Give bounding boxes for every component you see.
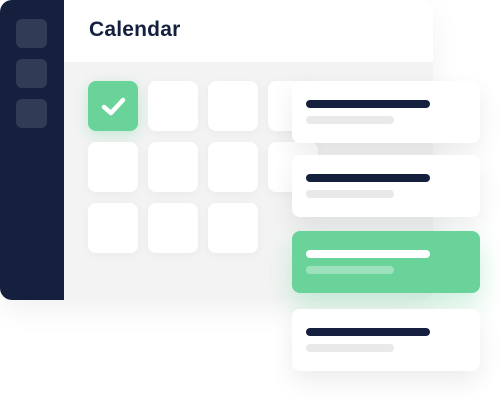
event-title-placeholder <box>306 100 430 108</box>
event-subtitle-placeholder <box>306 190 394 198</box>
event-card[interactable] <box>292 81 480 143</box>
calendar-illustration: Calendar <box>0 0 500 415</box>
calendar-day-cell[interactable] <box>208 81 258 131</box>
event-title-placeholder <box>306 328 430 336</box>
calendar-day-cell[interactable] <box>208 142 258 192</box>
calendar-day-cell[interactable] <box>88 203 138 253</box>
calendar-day-cell[interactable] <box>148 142 198 192</box>
event-card-selected[interactable] <box>292 231 480 293</box>
calendar-day-cell-checked[interactable] <box>88 81 138 131</box>
calendar-day-cell[interactable] <box>88 142 138 192</box>
event-subtitle-placeholder <box>306 344 394 352</box>
event-card[interactable] <box>292 309 480 371</box>
event-subtitle-placeholder <box>306 266 394 274</box>
event-title-placeholder <box>306 250 430 258</box>
calendar-day-cell[interactable] <box>208 203 258 253</box>
event-subtitle-placeholder <box>306 116 394 124</box>
calendar-day-cell[interactable] <box>148 203 198 253</box>
event-card[interactable] <box>292 155 480 217</box>
calendar-day-cell[interactable] <box>148 81 198 131</box>
event-title-placeholder <box>306 174 430 182</box>
check-icon <box>101 97 126 116</box>
